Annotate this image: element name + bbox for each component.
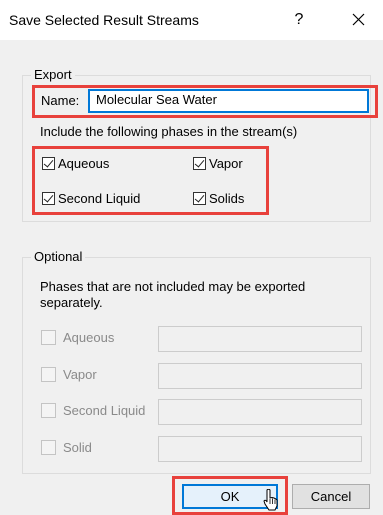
optional-row-second-liquid[interactable]: Second Liquid — [41, 403, 145, 418]
mouse-cursor-icon — [263, 489, 278, 511]
optional-solid-label: Solid — [63, 440, 92, 455]
optional-aqueous-label: Aqueous — [63, 330, 115, 345]
help-button[interactable]: ? — [288, 8, 310, 32]
vapor-label: Vapor — [209, 156, 243, 171]
name-input[interactable]: Molecular Sea Water — [88, 89, 369, 113]
dialog-title: Save Selected Result Streams — [9, 12, 199, 28]
second-liquid-label: Second Liquid — [58, 191, 141, 206]
title-bar: Save Selected Result Streams ? — [0, 0, 383, 40]
save-result-streams-dialog: Save Selected Result Streams ? Export Na… — [0, 0, 383, 515]
optional-second-liquid-input[interactable] — [158, 399, 362, 425]
export-checkbox-second-liquid[interactable]: Second Liquid — [42, 191, 140, 206]
include-text: Include the following phases in the stre… — [40, 124, 298, 139]
optional-solid-input[interactable] — [158, 436, 362, 462]
close-button[interactable] — [347, 8, 369, 32]
optional-second-liquid-checkbox[interactable] — [41, 403, 56, 418]
optional-vapor-label: Vapor — [63, 367, 97, 382]
vapor-checkbox[interactable] — [193, 157, 206, 170]
optional-aqueous-input[interactable] — [158, 326, 362, 352]
export-checkbox-aqueous[interactable]: Aqueous — [42, 156, 109, 171]
optional-description: Phases that are not included may be expo… — [40, 279, 306, 310]
export-legend: Export — [34, 67, 72, 82]
optional-vapor-input[interactable] — [158, 363, 362, 389]
optional-row-vapor[interactable]: Vapor — [41, 367, 97, 382]
optional-second-liquid-label: Second Liquid — [63, 403, 146, 418]
cancel-button[interactable]: Cancel — [292, 484, 370, 509]
optional-legend: Optional — [34, 249, 83, 264]
optional-row-solid[interactable]: Solid — [41, 440, 92, 455]
export-checkbox-vapor[interactable]: Vapor — [193, 156, 243, 171]
export-checkbox-solids[interactable]: Solids — [193, 191, 244, 206]
optional-vapor-checkbox[interactable] — [41, 367, 56, 382]
optional-row-aqueous[interactable]: Aqueous — [41, 330, 114, 345]
optional-solid-checkbox[interactable] — [41, 440, 56, 455]
name-label: Name: — [41, 93, 80, 108]
solids-checkbox[interactable] — [193, 192, 206, 205]
second-liquid-checkbox[interactable] — [42, 192, 55, 205]
solids-label: Solids — [209, 191, 245, 206]
aqueous-checkbox[interactable] — [42, 157, 55, 170]
close-icon — [352, 13, 364, 26]
aqueous-label: Aqueous — [58, 156, 110, 171]
optional-aqueous-checkbox[interactable] — [41, 330, 56, 345]
